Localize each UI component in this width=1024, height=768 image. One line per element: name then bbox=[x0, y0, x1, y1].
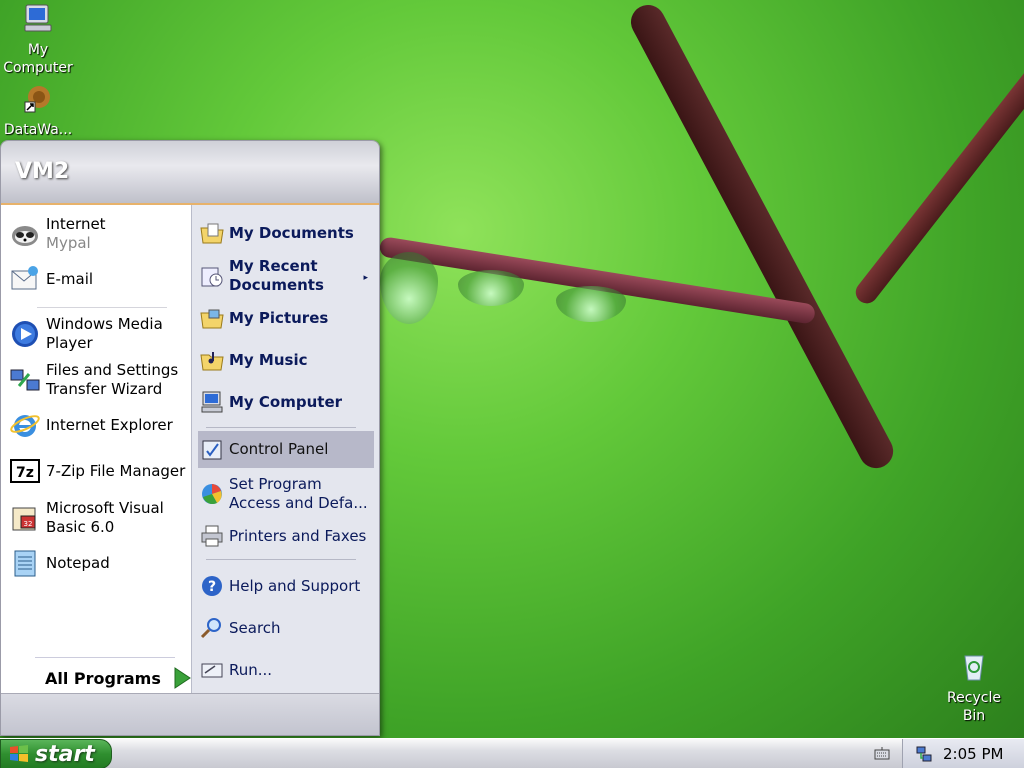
start-item-label: My Documents bbox=[229, 223, 354, 242]
start-item-control-panel[interactable]: Control Panel bbox=[198, 431, 374, 468]
start-item-email-label: E-mail bbox=[46, 269, 94, 288]
start-item-windows-media-player[interactable]: Windows Media Player bbox=[9, 315, 187, 353]
network-icon[interactable] bbox=[915, 745, 933, 763]
set-program-access-icon bbox=[202, 484, 222, 505]
desktop-icon-my-computer[interactable]: My Computer bbox=[0, 2, 78, 77]
recent-documents-icon bbox=[201, 267, 223, 287]
start-item-label: Help and Support bbox=[229, 576, 361, 595]
start-item-set-program-access[interactable]: Set Program Access and Defa... bbox=[198, 473, 374, 515]
start-item-7zip[interactable]: 7z 7-Zip File Manager bbox=[9, 455, 187, 487]
taskbar: start 2:05 PM bbox=[0, 738, 1024, 768]
start-item-label: Basic 6.0 bbox=[46, 518, 115, 536]
start-item-email[interactable]: E-mail bbox=[9, 263, 187, 295]
keyboard-icon[interactable] bbox=[874, 745, 890, 761]
desktop-icon-label: Recycle Bin bbox=[947, 690, 1001, 724]
all-programs-button[interactable]: All Programs bbox=[45, 667, 191, 689]
start-item-help-support[interactable]: ? Help and Support bbox=[198, 572, 374, 600]
recycle-bin-icon bbox=[964, 655, 984, 681]
start-item-my-computer[interactable]: My Computer bbox=[198, 388, 374, 416]
start-item-label: 7-Zip File Manager bbox=[46, 461, 186, 480]
start-item-my-pictures[interactable]: My Pictures bbox=[198, 304, 374, 332]
start-item-internet-explorer[interactable]: Internet Explorer bbox=[9, 409, 187, 441]
start-menu-places-pane: My Documents My Recent Documents ▸ My Pi… bbox=[191, 205, 379, 695]
start-item-my-documents[interactable]: My Documents bbox=[198, 219, 374, 247]
desktop-icon-label: My Computer bbox=[3, 42, 73, 76]
start-item-notepad[interactable]: Notepad bbox=[9, 547, 187, 579]
start-item-label: Files and Settings bbox=[46, 361, 179, 379]
start-item-label: Access and Defa... bbox=[229, 494, 368, 512]
start-item-label: Windows Media bbox=[46, 315, 163, 333]
start-item-internet-subtitle: Mypal bbox=[46, 234, 91, 252]
datawa-shortcut-icon bbox=[24, 86, 50, 113]
notepad-icon bbox=[14, 550, 36, 577]
help-icon: ? bbox=[202, 576, 222, 596]
control-panel-icon bbox=[202, 440, 222, 459]
start-item-label: Run... bbox=[229, 660, 273, 679]
my-computer-icon bbox=[24, 4, 52, 32]
submenu-arrow-icon: ▸ bbox=[363, 273, 368, 283]
internet-explorer-icon bbox=[10, 415, 40, 437]
start-item-label: Player bbox=[46, 334, 93, 352]
7zip-icon: 7z bbox=[10, 459, 40, 483]
start-item-label: Set Program bbox=[229, 475, 322, 493]
start-item-label: Control Panel bbox=[229, 440, 329, 458]
start-item-label: My Recent bbox=[229, 257, 318, 275]
start-item-label: Printers and Faxes bbox=[229, 526, 367, 545]
start-item-printers-faxes[interactable]: Printers and Faxes bbox=[198, 522, 374, 550]
start-item-run[interactable]: Run... bbox=[198, 656, 374, 684]
start-item-my-recent-documents[interactable]: My Recent Documents ▸ bbox=[198, 255, 374, 297]
svg-text:32: 32 bbox=[24, 520, 33, 528]
start-menu: VM2 Internet Mypal E-mail Windows Media … bbox=[0, 140, 380, 736]
all-programs-label: All Programs bbox=[45, 668, 161, 688]
green-arrow-icon bbox=[174, 667, 191, 689]
windows-logo-icon bbox=[10, 745, 28, 762]
printer-icon bbox=[201, 525, 223, 547]
start-button-label: start bbox=[35, 741, 95, 767]
transfer-wizard-icon bbox=[10, 369, 40, 391]
start-item-visual-basic[interactable]: 32 Microsoft Visual Basic 6.0 bbox=[9, 499, 187, 537]
start-menu-separator bbox=[206, 559, 356, 560]
folder-documents-icon bbox=[200, 223, 224, 244]
start-item-my-music[interactable]: My Music bbox=[198, 346, 374, 374]
search-icon bbox=[200, 618, 221, 639]
mypal-raccoon-icon bbox=[12, 226, 38, 246]
my-computer-icon bbox=[201, 391, 223, 413]
start-item-internet-title: Internet bbox=[46, 215, 106, 233]
folder-pictures-icon bbox=[200, 309, 224, 329]
visual-basic-icon: 32 bbox=[12, 507, 36, 531]
desktop-icon-datawa[interactable]: DataWa... bbox=[0, 82, 78, 139]
start-item-label: Documents bbox=[229, 276, 324, 294]
start-button[interactable]: start bbox=[0, 739, 112, 768]
clock[interactable]: 2:05 PM bbox=[943, 745, 1003, 763]
start-item-internet[interactable]: Internet Mypal bbox=[9, 215, 187, 253]
start-menu-programs-pane: Internet Mypal E-mail Windows Media Play… bbox=[1, 205, 191, 695]
start-menu-footer bbox=[1, 693, 379, 735]
start-item-label: Notepad bbox=[46, 553, 110, 572]
start-item-label: Search bbox=[229, 618, 281, 637]
start-item-label: My Computer bbox=[229, 392, 343, 411]
system-tray: 2:05 PM bbox=[902, 739, 1024, 768]
start-menu-separator bbox=[206, 427, 356, 428]
svg-text:7z: 7z bbox=[16, 465, 34, 481]
start-item-label: My Pictures bbox=[229, 308, 329, 327]
all-programs-separator bbox=[35, 657, 175, 658]
start-item-transfer-wizard[interactable]: Files and Settings Transfer Wizard bbox=[9, 361, 187, 399]
start-item-label: Microsoft Visual bbox=[46, 499, 164, 517]
desktop-icon-recycle-bin[interactable]: Recycle Bin bbox=[934, 650, 1014, 725]
start-menu-user-name: VM2 bbox=[1, 141, 379, 205]
start-item-label: Transfer Wizard bbox=[46, 380, 163, 398]
desktop-icon-label: DataWa... bbox=[3, 122, 73, 138]
run-icon bbox=[201, 663, 223, 678]
start-item-label: Internet Explorer bbox=[46, 415, 173, 434]
start-item-label: My Music bbox=[229, 350, 308, 369]
folder-music-icon bbox=[200, 352, 224, 371]
svg-text:?: ? bbox=[208, 579, 216, 595]
email-icon bbox=[11, 266, 38, 290]
media-player-icon bbox=[12, 321, 38, 347]
start-item-search[interactable]: Search bbox=[198, 614, 374, 642]
start-menu-separator bbox=[37, 307, 167, 308]
